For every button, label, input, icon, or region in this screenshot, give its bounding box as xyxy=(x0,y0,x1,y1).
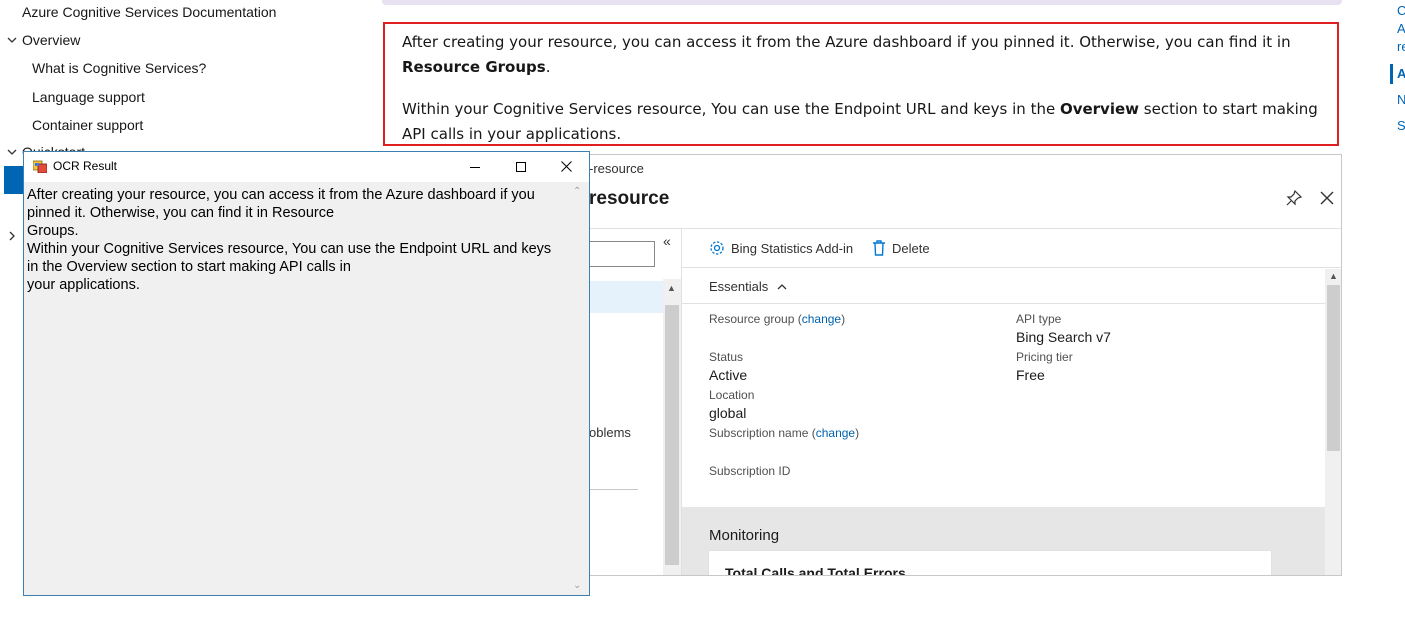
minimize-button[interactable] xyxy=(452,152,498,181)
chevron-up-icon xyxy=(777,283,787,289)
location-value: global xyxy=(709,405,747,421)
overview-bold: Overview xyxy=(1059,100,1140,118)
docs-nav-title[interactable]: Azure Cognitive Services Documentation xyxy=(22,4,276,20)
monitoring-heading: Monitoring xyxy=(709,527,780,544)
api-type-value: Bing Search v7 xyxy=(1016,329,1111,345)
essentials-divider xyxy=(682,303,1325,304)
page-banner-edge xyxy=(382,0,1342,5)
menu-scrollbar[interactable]: ▲ xyxy=(663,279,681,575)
delete-button[interactable]: Delete xyxy=(872,240,930,256)
nav-item-what-is[interactable]: What is Cognitive Services? xyxy=(32,60,206,76)
maximize-button[interactable] xyxy=(498,152,544,181)
rail-item-5[interactable]: N xyxy=(1397,92,1405,107)
ocr-text-area[interactable]: After creating your resource, you can ac… xyxy=(24,182,589,595)
scroll-up-icon[interactable]: ⌃ xyxy=(573,186,581,197)
ocr-text[interactable]: After creating your resource, you can ac… xyxy=(27,186,567,294)
highlighted-paragraph: After creating your resource, you can ac… xyxy=(383,22,1339,146)
azure-portal-screenshot: -resource resource « ▲ oblems Bing Stati… xyxy=(589,154,1342,576)
gear-icon xyxy=(710,241,724,255)
callout-paragraph-1: After creating your resource, you can ac… xyxy=(402,33,1291,76)
trash-icon xyxy=(873,240,885,256)
scroll-up-icon[interactable]: ▲ xyxy=(667,283,676,293)
close-icon[interactable] xyxy=(1319,190,1335,206)
menu-divider xyxy=(589,489,638,490)
rail-item-3[interactable]: re xyxy=(1397,39,1405,54)
pricing-tier-label: Pricing tier xyxy=(1016,350,1073,364)
essentials-toggle[interactable]: Essentials xyxy=(709,279,788,294)
content-scrollbar[interactable]: ▲ xyxy=(1325,269,1341,575)
minimize-icon xyxy=(470,166,480,168)
rail-active-indicator xyxy=(1390,64,1393,84)
status-value: Active xyxy=(709,367,748,383)
metrics-card[interactable]: Total Calls and Total Errors xyxy=(708,550,1272,576)
breadcrumb: -resource xyxy=(589,161,644,176)
resource-groups-bold: Resource Groups xyxy=(402,58,546,76)
menu-scroll-thumb[interactable] xyxy=(665,305,679,565)
essentials-label: Essentials xyxy=(709,279,769,294)
change-resource-group-link[interactable]: change xyxy=(802,312,841,326)
menu-search-input[interactable] xyxy=(589,241,655,267)
window-title: OCR Result xyxy=(53,159,118,173)
rail-item-1[interactable]: C xyxy=(1397,3,1405,18)
nav-item-overview[interactable]: Overview xyxy=(22,32,80,48)
pin-icon[interactable] xyxy=(1286,190,1302,206)
chevron-down-icon[interactable] xyxy=(6,34,18,46)
ocr-result-window[interactable]: OCR Result After creating your resource,… xyxy=(23,151,590,596)
delete-label: Delete xyxy=(892,240,930,256)
header-divider xyxy=(589,228,1341,229)
api-type-label: API type xyxy=(1016,312,1062,326)
addin-label: Bing Statistics Add-in xyxy=(731,240,854,256)
selected-menu-item[interactable] xyxy=(589,281,663,313)
blade-title: resource xyxy=(589,188,670,209)
resource-group-label: Resource group (change) xyxy=(709,312,846,326)
maximize-icon xyxy=(516,161,526,172)
menu-item-problems[interactable]: oblems xyxy=(589,425,631,440)
callout-paragraph-2: Within your Cognitive Services resource,… xyxy=(402,100,1318,143)
window-titlebar[interactable]: OCR Result xyxy=(24,152,589,181)
ocr-scrollbar[interactable]: ⌃ ⌄ xyxy=(570,182,587,595)
scroll-down-icon[interactable]: ⌄ xyxy=(573,580,581,591)
nav-item-container-support[interactable]: Container support xyxy=(32,117,143,133)
collapse-menu-button[interactable]: « xyxy=(663,233,671,249)
subscription-id-label: Subscription ID xyxy=(709,464,791,478)
subscription-name-label: Subscription name (change) xyxy=(709,426,860,440)
location-label: Location xyxy=(709,388,755,402)
content-scroll-thumb[interactable] xyxy=(1327,285,1340,451)
change-subscription-link[interactable]: change xyxy=(816,426,855,440)
metrics-card-title: Total Calls and Total Errors xyxy=(725,565,906,576)
close-button[interactable] xyxy=(543,152,589,181)
nav-item-language-support[interactable]: Language support xyxy=(32,89,145,105)
rail-item-6[interactable]: S xyxy=(1397,118,1405,133)
scroll-up-icon[interactable]: ▲ xyxy=(1329,271,1338,281)
chevron-right-icon[interactable] xyxy=(6,230,18,242)
chevron-down-icon[interactable] xyxy=(6,146,18,158)
rail-item-active[interactable]: A xyxy=(1397,66,1405,81)
pricing-tier-value: Free xyxy=(1016,367,1045,383)
close-icon xyxy=(560,161,572,172)
bing-statistics-addin-button[interactable]: Bing Statistics Add-in xyxy=(709,240,853,256)
toolbar-divider xyxy=(682,267,1341,268)
app-icon xyxy=(33,160,47,173)
status-label: Status xyxy=(709,350,744,364)
rail-item-2[interactable]: A xyxy=(1397,21,1405,36)
